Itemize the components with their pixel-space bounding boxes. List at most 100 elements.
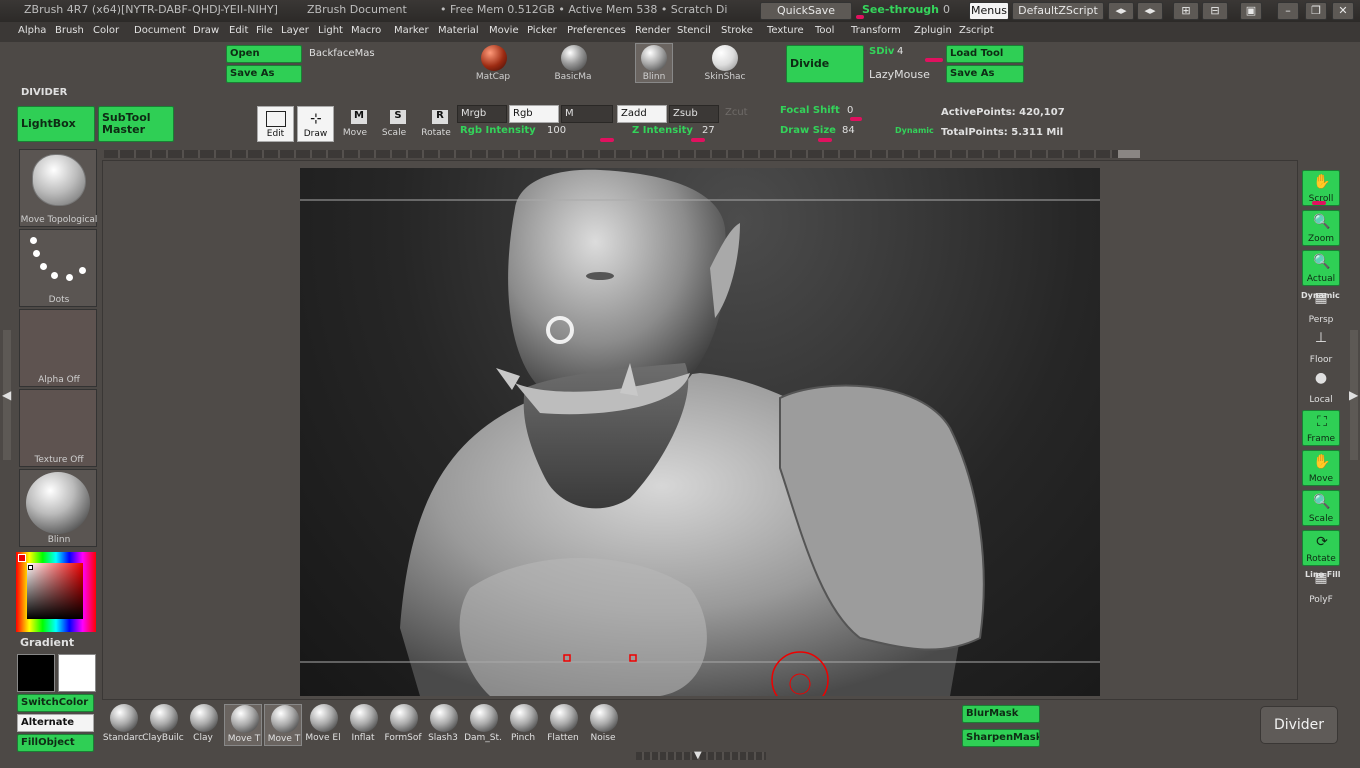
- menu-picker[interactable]: Picker: [527, 25, 557, 36]
- menu-edit[interactable]: Edit: [229, 25, 248, 36]
- menu-stroke[interactable]: Stroke: [721, 25, 753, 36]
- menu-document[interactable]: Document: [134, 25, 186, 36]
- scale-button[interactable]: 🔍 Scale: [1302, 490, 1340, 526]
- menu-marker[interactable]: Marker: [394, 25, 429, 36]
- color-picker[interactable]: [16, 552, 96, 632]
- menu-layer[interactable]: Layer: [281, 25, 309, 36]
- secondary-color-swatch[interactable]: [58, 654, 96, 692]
- menu-material[interactable]: Material: [438, 25, 479, 36]
- scrollbar-thumb[interactable]: [1118, 150, 1140, 158]
- seethrough-label[interactable]: See-through: [862, 3, 939, 16]
- color-saturation-square[interactable]: [27, 563, 83, 619]
- brush-item[interactable]: Flatten: [544, 704, 582, 746]
- menu-render[interactable]: Render: [635, 25, 671, 36]
- save-as-button[interactable]: Save As: [226, 65, 302, 83]
- menu-draw[interactable]: Draw: [193, 25, 219, 36]
- gradient-label[interactable]: Gradient: [20, 636, 74, 649]
- local-button[interactable]: ● Local: [1302, 370, 1340, 406]
- arrow-right-icon[interactable]: ◂▸: [1137, 2, 1163, 20]
- default-zscript-button[interactable]: DefaultZScript: [1012, 2, 1104, 20]
- menu-transform[interactable]: Transform: [851, 25, 901, 36]
- arrow-left-icon[interactable]: ◂▸: [1108, 2, 1134, 20]
- menu-preferences[interactable]: Preferences: [567, 25, 626, 36]
- main-color-swatch[interactable]: [17, 654, 55, 692]
- zsub-button[interactable]: Zsub: [669, 105, 719, 123]
- brush-item[interactable]: ClayBuilc: [142, 704, 184, 746]
- save-as-tool-button[interactable]: Save As: [946, 65, 1024, 83]
- load-tool-button[interactable]: Load Tool: [946, 45, 1024, 63]
- z-intensity-slider[interactable]: [691, 138, 705, 142]
- dynamic-toggle[interactable]: Dynamic: [895, 126, 934, 135]
- open-button[interactable]: Open: [226, 45, 302, 63]
- matcap-material-icon[interactable]: [481, 45, 507, 71]
- frame-button[interactable]: ⛶ Frame: [1302, 410, 1340, 446]
- sharpen-mask-button[interactable]: SharpenMask: [962, 729, 1040, 747]
- zcut-button[interactable]: Zcut: [725, 107, 748, 118]
- blur-mask-button[interactable]: BlurMask: [962, 705, 1040, 723]
- menu-zscript[interactable]: Zscript: [959, 25, 994, 36]
- zoom-button[interactable]: 🔍 Zoom: [1302, 210, 1340, 246]
- chevron-right-icon[interactable]: ▶: [1349, 388, 1358, 402]
- lazymouse-button[interactable]: LazyMouse: [869, 68, 930, 81]
- brush-item[interactable]: Noise: [584, 704, 622, 746]
- seethrough-slider[interactable]: [856, 15, 864, 19]
- menu-brush[interactable]: Brush: [55, 25, 84, 36]
- menus-button[interactable]: Menus: [969, 2, 1009, 20]
- brush-item[interactable]: Slash3: [424, 704, 462, 746]
- menu-alpha[interactable]: Alpha: [18, 25, 46, 36]
- menu-tool[interactable]: Tool: [815, 25, 834, 36]
- rotate-mode-button[interactable]: R Rotate: [418, 106, 454, 142]
- brush-item[interactable]: Pinch: [504, 704, 542, 746]
- quicksave-button[interactable]: QuickSave: [760, 2, 852, 20]
- brush-item[interactable]: Move El: [304, 704, 342, 746]
- move-button[interactable]: ✋ Move: [1302, 450, 1340, 486]
- backface-mask-button[interactable]: BackfaceMas: [309, 48, 375, 59]
- alpha-slot[interactable]: Alpha Off: [19, 309, 97, 387]
- subtool-master-button[interactable]: SubTool Master: [98, 106, 174, 142]
- brush-item[interactable]: FormSof: [384, 704, 422, 746]
- divide-button[interactable]: Divide: [786, 45, 864, 83]
- layout-icon[interactable]: ⊞: [1173, 2, 1199, 20]
- sdiv-slider[interactable]: [925, 58, 943, 62]
- basic-material-icon[interactable]: [561, 45, 587, 71]
- move-mode-button[interactable]: M Move: [337, 106, 373, 142]
- menu-stencil[interactable]: Stencil: [677, 25, 711, 36]
- fill-object-button[interactable]: FillObject: [17, 734, 94, 752]
- switch-color-button[interactable]: SwitchColor: [17, 694, 94, 712]
- menu-file[interactable]: File: [256, 25, 273, 36]
- lightbox-button[interactable]: LightBox: [17, 106, 95, 142]
- brush-item[interactable]: Inflat: [344, 704, 382, 746]
- menu-zplugin[interactable]: Zplugin: [914, 25, 952, 36]
- brush-item[interactable]: Move T: [264, 704, 302, 746]
- orc-sculpt-model[interactable]: [300, 168, 1100, 696]
- chevron-left-icon[interactable]: ◀: [2, 388, 11, 402]
- brush-item[interactable]: Move T: [224, 704, 262, 746]
- draw-size-slider[interactable]: [818, 138, 832, 142]
- viewport-canvas[interactable]: [300, 168, 1100, 696]
- rotate-button[interactable]: ⟳ Rotate: [1302, 530, 1340, 566]
- scroll-slider[interactable]: [1312, 201, 1326, 205]
- minimize-icon[interactable]: –: [1277, 2, 1299, 20]
- menu-movie[interactable]: Movie: [489, 25, 519, 36]
- layout2-icon[interactable]: ⊟: [1202, 2, 1228, 20]
- horizontal-scrollbar[interactable]: [104, 150, 1140, 158]
- material-slot[interactable]: Blinn: [19, 469, 97, 547]
- alternate-button[interactable]: Alternate: [17, 714, 94, 732]
- actual-button[interactable]: 🔍 Actual: [1302, 250, 1340, 286]
- menu-light[interactable]: Light: [318, 25, 343, 36]
- menu-macro[interactable]: Macro: [351, 25, 381, 36]
- brush-item[interactable]: Standarc: [103, 704, 143, 746]
- brush-item[interactable]: Dam_St.: [464, 704, 502, 746]
- edit-mode-button[interactable]: Edit: [257, 106, 294, 142]
- lock-icon[interactable]: ▣: [1240, 2, 1262, 20]
- rgb-button[interactable]: Rgb: [509, 105, 559, 123]
- draw-mode-button[interactable]: ⊹ Draw: [297, 106, 334, 142]
- close-icon[interactable]: ✕: [1332, 2, 1354, 20]
- blinn-material-icon[interactable]: [641, 45, 667, 71]
- skinshade-material-icon[interactable]: [712, 45, 738, 71]
- floor-button[interactable]: ⊥ Floor: [1302, 330, 1340, 366]
- menu-color[interactable]: Color: [93, 25, 119, 36]
- scale-mode-button[interactable]: S Scale: [376, 106, 412, 142]
- restore-icon[interactable]: ❐: [1305, 2, 1327, 20]
- mrgb-button[interactable]: Mrgb: [457, 105, 507, 123]
